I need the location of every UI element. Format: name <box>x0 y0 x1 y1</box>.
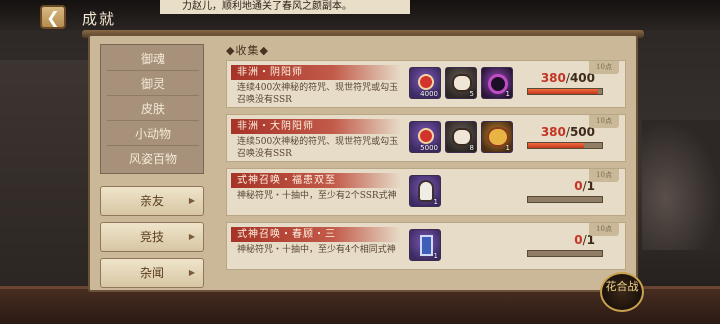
reward-slot[interactable]: 1 <box>409 175 441 207</box>
reward-slot[interactable]: 8 <box>445 121 477 153</box>
header: ❮ 成就 <box>0 0 180 34</box>
page-title: 成就 <box>82 10 117 28</box>
progress-bar <box>527 88 603 95</box>
reward-slot[interactable]: 1 <box>481 121 513 153</box>
reward-qty: 8 <box>469 144 474 152</box>
achievement-list[interactable]: 非洲・阴阳师 连续400次神秘的符咒、现世符咒或勾玉召唤没有SSR 4000 5… <box>226 56 630 288</box>
sidebar-item-fengzi[interactable]: 风姿百物 <box>107 147 199 171</box>
reward-qty: 1 <box>433 198 438 206</box>
sidebar-category-label: 亲友 <box>139 194 164 208</box>
sidebar-item-yuhun[interactable]: 御魂 <box>107 47 199 71</box>
top-scroll-text: 力赵儿，顺利地通关了春风之颜副本。 <box>160 0 410 14</box>
back-button[interactable]: ❮ <box>40 5 66 29</box>
reward-qty: 4000 <box>420 90 438 98</box>
progress-text: 0/1 <box>574 233 595 247</box>
progress-text: 380/500 <box>540 125 595 139</box>
achievement-card[interactable]: 式神召唤・春顾・三 神秘符咒・十抽中，至少有4个相同式神 1 0/1 10点 <box>226 222 626 270</box>
reward-qty: 1 <box>505 144 510 152</box>
sidebar-category-label: 竞技 <box>139 230 164 244</box>
background-building <box>0 60 90 290</box>
achievement-desc: 连续500次神秘的符咒、现世符咒或勾玉召唤没有SSR <box>237 137 399 159</box>
reward-qty: 5000 <box>420 144 438 152</box>
progress-bar <box>527 196 603 203</box>
progress-current: 0 <box>574 233 583 247</box>
achievement-card[interactable]: 非洲・大阴阳师 连续500次神秘的符咒、现世符咒或勾玉召唤没有SSR 5000 … <box>226 114 626 162</box>
reward-slot[interactable]: 4000 <box>409 67 441 99</box>
points-stamp: 10点 <box>589 61 619 74</box>
progress-text: 380/400 <box>540 71 595 85</box>
progress-current: 380 <box>540 71 566 85</box>
chevron-right-icon: ▶ <box>188 268 195 277</box>
sidebar-item-skin[interactable]: 皮肤 <box>107 97 199 121</box>
progress-fill <box>528 143 585 148</box>
reward-qty: 1 <box>505 90 510 98</box>
chevron-right-icon: ▶ <box>188 196 195 205</box>
charm-icon <box>418 128 434 144</box>
sidebar-category-label: 杂闻 <box>139 266 164 280</box>
reward-qty: 5 <box>469 90 474 98</box>
sidebar-item-yuling[interactable]: 御灵 <box>107 72 199 96</box>
achievement-title: 非洲・大阴阳师 <box>231 119 401 134</box>
achievement-card[interactable]: 式神召唤・福患双至 神秘符咒・十抽中，至少有2个SSR式神 1 0/1 10点 <box>226 168 626 216</box>
chevron-right-icon: ▶ <box>188 232 195 241</box>
achievement-card[interactable]: 非洲・阴阳师 连续400次神秘的符咒、现世符咒或勾玉召唤没有SSR 4000 5… <box>226 60 626 108</box>
points-stamp: 10点 <box>589 169 619 182</box>
points-stamp: 10点 <box>589 223 619 236</box>
blue-card-icon <box>420 235 433 256</box>
back-arrow-icon: ❮ <box>46 7 60 27</box>
achievement-title: 式神召唤・福患双至 <box>231 173 401 188</box>
achievement-title: 式神召唤・春顾・三 <box>231 227 401 242</box>
sidebar-category-friends[interactable]: 亲友 ▶ <box>100 186 204 216</box>
achievement-desc: 连续400次神秘的符咒、现世符咒或勾玉召唤没有SSR <box>237 83 399 105</box>
progress-bar <box>527 250 603 257</box>
event-badge[interactable]: 花合战 <box>600 272 644 312</box>
reward-slot[interactable]: 5 <box>445 67 477 99</box>
reward-slot[interactable]: 5000 <box>409 121 441 153</box>
sidebar-item-pets[interactable]: 小动物 <box>107 122 199 146</box>
progress-current: 380 <box>540 125 566 139</box>
points-stamp: 10点 <box>589 115 619 128</box>
sidebar-category-misc[interactable]: 杂闻 ▶ <box>100 258 204 288</box>
reward-slot[interactable]: 1 <box>409 229 441 261</box>
sidebar-subitems: 御魂 御灵 皮肤 小动物 风姿百物 <box>100 44 204 174</box>
sidebar-category-pvp[interactable]: 竞技 ▶ <box>100 222 204 252</box>
charm-icon <box>418 74 434 90</box>
progress-fill <box>528 89 599 94</box>
progress-text: 0/1 <box>574 179 595 193</box>
progress-current: 0 <box>574 179 583 193</box>
achievement-title: 非洲・阴阳师 <box>231 65 401 80</box>
reward-qty: 1 <box>433 252 438 260</box>
progress-bar <box>527 142 603 149</box>
achievement-desc: 神秘符咒・十抽中，至少有4个相同式神 <box>237 245 396 255</box>
reward-slot[interactable]: 1 <box>481 67 513 99</box>
background-tree <box>642 120 720 250</box>
achievement-desc: 神秘符咒・十抽中，至少有2个SSR式神 <box>237 191 397 201</box>
ghost-avatar-icon <box>418 180 434 202</box>
